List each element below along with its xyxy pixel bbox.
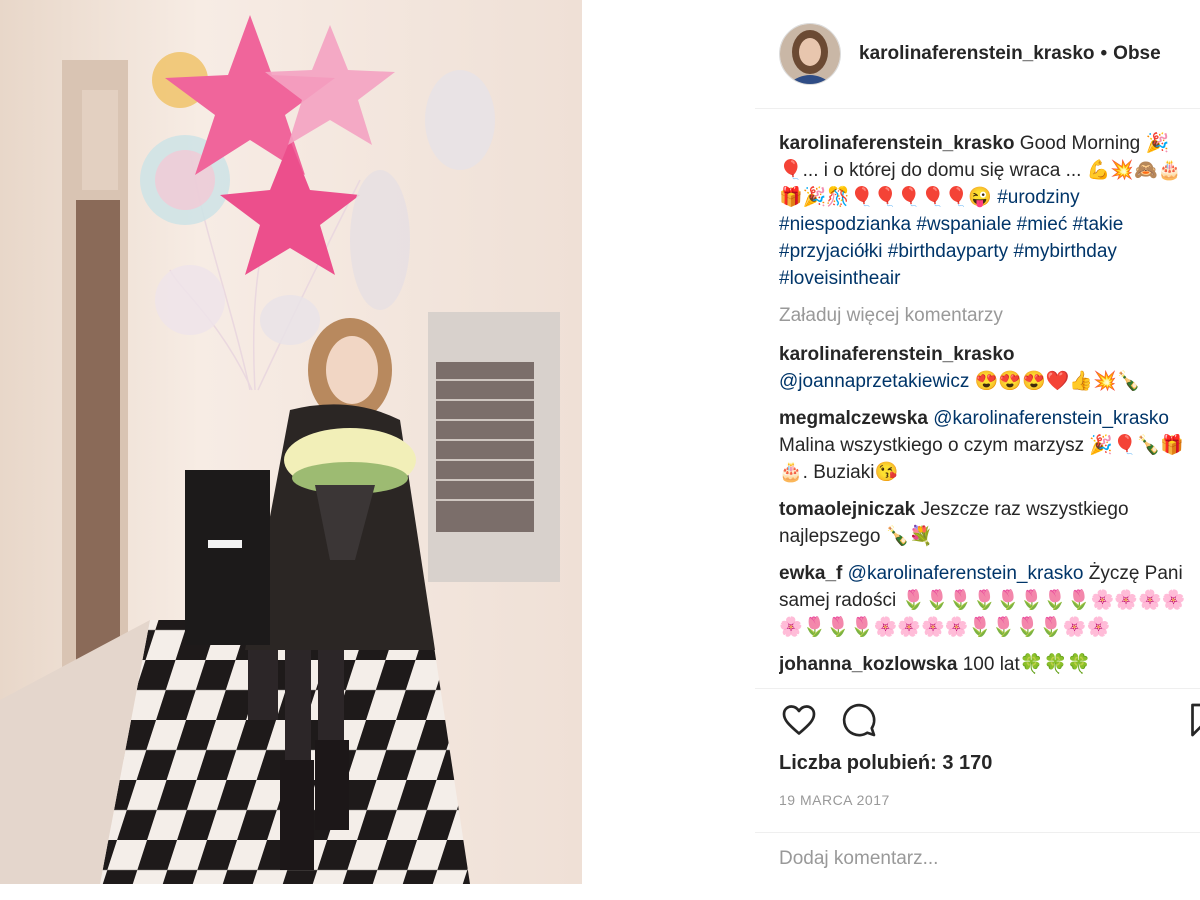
comment-text: 😍😍😍❤️👍💥🍾	[969, 371, 1141, 392]
comment-item: megmalczewska @karolinaferenstein_krasko…	[779, 405, 1200, 486]
follow-button[interactable]: Obse	[1113, 43, 1161, 65]
post-sidebar: karolinaferenstein_krasko • Obse karolin…	[755, 0, 1200, 900]
add-comment-input[interactable]: Dodaj komentarz...	[779, 848, 938, 870]
action-bar	[779, 700, 1200, 744]
comment-icon	[842, 703, 876, 737]
post-date: 19 MARCA 2017	[779, 792, 890, 808]
comment-username[interactable]: tomaolejniczak	[779, 499, 915, 520]
divider	[755, 832, 1200, 833]
comments-list: karolinaferenstein_krasko Good Morning 🎉…	[779, 130, 1200, 685]
post-header: karolinaferenstein_krasko • Obse	[779, 22, 1161, 86]
post-photo-area	[0, 0, 750, 900]
comment-username[interactable]: johanna_kozlowska	[779, 654, 957, 675]
comment-mention[interactable]: @joannaprzetakiewicz	[779, 371, 969, 392]
like-button[interactable]	[779, 700, 819, 740]
divider	[755, 688, 1200, 689]
comment-username[interactable]: karolinaferenstein_krasko	[779, 344, 1015, 365]
post-photo[interactable]	[0, 0, 582, 884]
comment-username[interactable]: megmalczewska	[779, 408, 928, 429]
comment-username[interactable]: ewka_f	[779, 563, 842, 584]
comment-text: 100 lat🍀🍀🍀	[962, 654, 1091, 675]
comment-item: ewka_f @karolinaferenstein_krasko Życzę …	[779, 560, 1200, 641]
comment-item: karolinaferenstein_krasko @joannaprzetak…	[779, 341, 1200, 395]
avatar-image	[780, 24, 840, 84]
divider	[755, 108, 1200, 109]
comment-mention[interactable]: @karolinaferenstein_krasko	[933, 408, 1169, 429]
photo-illustration	[0, 0, 582, 884]
comment-mention[interactable]: @karolinaferenstein_krasko	[848, 563, 1084, 584]
bookmark-icon	[1191, 703, 1200, 737]
avatar[interactable]	[779, 23, 841, 85]
comment-text: Malina wszystkiego o czym marzysz 🎉🎈🍾🎁🎂.…	[779, 435, 1185, 483]
save-button[interactable]	[1183, 700, 1200, 740]
header-separator: •	[1100, 43, 1108, 64]
comment-item: johanna_kozlowska 100 lat🍀🍀🍀	[779, 651, 1200, 678]
heart-icon	[782, 705, 816, 735]
caption: karolinaferenstein_krasko Good Morning 🎉…	[779, 130, 1200, 292]
comment-button[interactable]	[839, 700, 879, 740]
load-more-comments-button[interactable]: Załaduj więcej komentarzy	[779, 302, 1200, 329]
likes-count[interactable]: Liczba polubień: 3 170	[779, 752, 992, 775]
comment-item: tomaolejniczak Jeszcze raz wszystkiego n…	[779, 496, 1200, 550]
caption-username[interactable]: karolinaferenstein_krasko	[779, 133, 1015, 154]
header-username[interactable]: karolinaferenstein_krasko	[859, 43, 1095, 65]
